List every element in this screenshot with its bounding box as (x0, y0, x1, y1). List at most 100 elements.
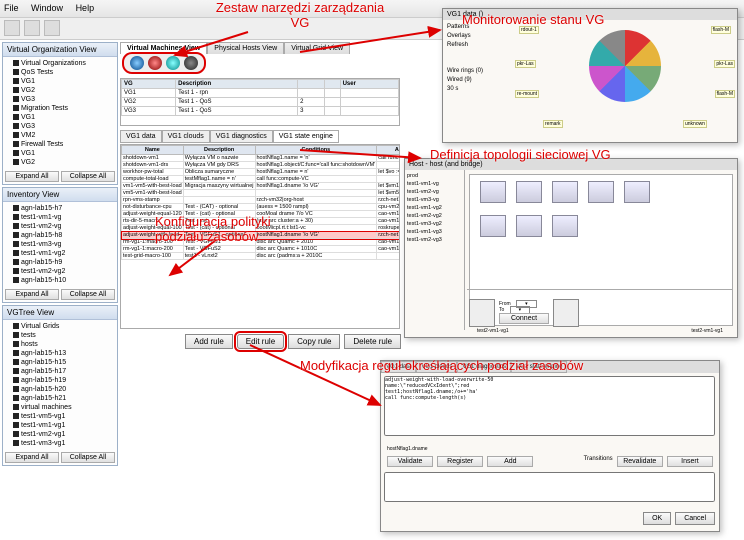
tree-item[interactable]: agn-lab15-h10 (5, 276, 115, 285)
topo-list-item[interactable]: test1-vm3-vg (407, 196, 462, 204)
topo-node[interactable] (480, 181, 506, 203)
settings-icon[interactable] (184, 56, 198, 70)
tree-item[interactable]: VM2 (5, 131, 115, 140)
cancel-button[interactable]: Cancel (675, 512, 715, 525)
add-field-button[interactable]: Add (487, 456, 533, 467)
topo-node[interactable] (624, 181, 650, 203)
tree-item[interactable]: test1-vm2-vg1 (5, 430, 115, 439)
sub-tab[interactable]: VG1 clouds (162, 130, 210, 143)
annotation-policy: Konfiguracja polityki podziału zasobów (155, 214, 315, 244)
tree-item[interactable]: VG1 (5, 77, 115, 86)
topo-list-item[interactable]: test1-vm2-vg (407, 188, 462, 196)
panel-vgtree-tree[interactable]: Virtual Gridstestshostsagn-lab15-h13agn-… (3, 320, 117, 450)
tree-item[interactable]: QoS Tests (5, 68, 115, 77)
refresh-icon[interactable] (166, 56, 180, 70)
panel-vo-tree[interactable]: Virtual OrganizationsQoS TestsVG1VG2VG3M… (3, 57, 117, 169)
menu-file[interactable]: File (4, 3, 19, 13)
label-refresh: Refresh (447, 42, 509, 48)
tree-item[interactable]: test1-vm1-vg (5, 213, 115, 222)
tree-item[interactable]: agn-lab15-h7 (5, 204, 115, 213)
tree-item[interactable]: agn-lab15-h9 (5, 258, 115, 267)
rule-result-editor[interactable] (384, 472, 715, 502)
tree-item[interactable]: agn-lab15-h15 (5, 358, 115, 367)
tree-item[interactable]: virtual machines (5, 403, 115, 412)
doc-icon[interactable] (4, 20, 20, 36)
topo-node[interactable] (516, 181, 542, 203)
vo-expand-button[interactable]: Expand All (5, 171, 59, 182)
sub-tab[interactable]: VG1 data (120, 130, 162, 143)
add-rule-button[interactable]: Add rule (185, 334, 233, 349)
tree-item[interactable]: agn-lab15-h17 (5, 367, 115, 376)
tree-item[interactable]: agn-lab15-h19 (5, 376, 115, 385)
save-icon[interactable] (24, 20, 40, 36)
tree-item[interactable]: VG3 (5, 122, 115, 131)
connect-button[interactable]: Connect (499, 313, 549, 324)
tree-item[interactable]: tests (5, 331, 115, 340)
rule-code-editor[interactable] (384, 376, 715, 436)
inv-expand-button[interactable]: Expand All (5, 289, 59, 300)
menu-help[interactable]: Help (76, 3, 95, 13)
annotation-monitor: Monitorowanie stanu VG (462, 12, 604, 27)
rule-condition-field[interactable]: hostNflag1.dname (381, 444, 719, 454)
ok-button[interactable]: OK (643, 512, 671, 525)
tree-item[interactable]: Virtual Organizations (5, 59, 115, 68)
refresh-value[interactable]: 30 s (447, 86, 509, 92)
grid-icon[interactable] (44, 20, 60, 36)
tree-item[interactable]: test1-vm3-vg1 (5, 439, 115, 448)
stop-icon[interactable] (148, 56, 162, 70)
topo-list-item[interactable]: test1-vm2-vg2 (407, 212, 462, 220)
tree-item[interactable]: Firewall Tests (5, 140, 115, 149)
vg-list-table[interactable]: VGDescriptionUserVG1Test 1 - rpnVG2Test … (120, 78, 400, 126)
tree-item[interactable]: VG3 (5, 95, 115, 104)
info-icon[interactable] (130, 56, 144, 70)
sub-tab[interactable]: VG1 diagnostics (210, 130, 273, 143)
tree-item[interactable]: agn-lab15-h13 (5, 349, 115, 358)
tree-item[interactable]: test1-vm1-vg1 (5, 421, 115, 430)
label-wired: Wired (9) (447, 77, 509, 83)
main-tab[interactable]: Virtual Grid View (284, 42, 350, 54)
pie-chart: rdout-1 flash-M pkr-Las pkr-Las re-mount… (513, 20, 737, 130)
topo-list-item[interactable]: test1-vm1-vg2 (407, 204, 462, 212)
tree-item[interactable]: agn-lab15-h20 (5, 385, 115, 394)
tree-item[interactable]: hosts (5, 340, 115, 349)
sub-tab[interactable]: VG1 state engine (273, 130, 339, 143)
tree-item[interactable]: Migration Tests (5, 104, 115, 113)
topo-list-item[interactable]: test1-vm1-vg3 (407, 228, 462, 236)
tree-item[interactable]: VG2 (5, 86, 115, 95)
tree-item[interactable]: Virtual Grids (5, 322, 115, 331)
topo-node[interactable] (552, 181, 578, 203)
insert-button[interactable]: Insert (667, 456, 713, 467)
tree-item[interactable]: test1-vm1-vg2 (5, 249, 115, 258)
tree-item[interactable]: test1-vm5-vg1 (5, 412, 115, 421)
copy-rule-button[interactable]: Copy rule (288, 334, 340, 349)
topo-node[interactable] (480, 215, 506, 237)
topo-list-item[interactable]: test1-vm1-vg (407, 180, 462, 188)
tree-item[interactable]: test1-vm3-vg (5, 240, 115, 249)
vo-collapse-button[interactable]: Collapse All (61, 171, 115, 182)
tree-item[interactable]: test1-vm2-vg (5, 222, 115, 231)
topo-node[interactable] (588, 181, 614, 203)
tree-item[interactable]: VG1 (5, 149, 115, 158)
revalidate-button[interactable]: Revalidate (617, 456, 663, 467)
topo-node[interactable] (552, 215, 578, 237)
register-button[interactable]: Register (437, 456, 483, 467)
main-tab[interactable]: Physical Hosts View (207, 42, 284, 54)
tree-item[interactable]: VG2 (5, 158, 115, 167)
topo-host-list[interactable]: prodtest1-vm1-vgtest1-vm2-vgtest1-vm3-vg… (405, 170, 465, 330)
topo-list-item[interactable]: test1-vm2-vg3 (407, 236, 462, 244)
inv-collapse-button[interactable]: Collapse All (61, 289, 115, 300)
panel-inventory-tree[interactable]: agn-lab15-h7test1-vm1-vgtest1-vm2-vgagn-… (3, 202, 117, 287)
edit-rule-button[interactable]: Edit rule (237, 334, 284, 349)
topo-node[interactable] (516, 215, 542, 237)
tree-item[interactable]: VG1 (5, 113, 115, 122)
vgt-collapse-button[interactable]: Collapse All (61, 452, 115, 463)
tree-item[interactable]: agn-lab15-h8 (5, 231, 115, 240)
tree-item[interactable]: agn-lab15-h21 (5, 394, 115, 403)
menu-window[interactable]: Window (31, 3, 63, 13)
topo-list-item[interactable]: prod (407, 172, 462, 180)
tree-item[interactable]: test1-vm2-vg2 (5, 267, 115, 276)
vgt-expand-button[interactable]: Expand All (5, 452, 59, 463)
topo-list-item[interactable]: test1-vm3-vg2 (407, 220, 462, 228)
validate-button[interactable]: Validate (387, 456, 433, 467)
delete-rule-button[interactable]: Delete rule (344, 334, 401, 349)
